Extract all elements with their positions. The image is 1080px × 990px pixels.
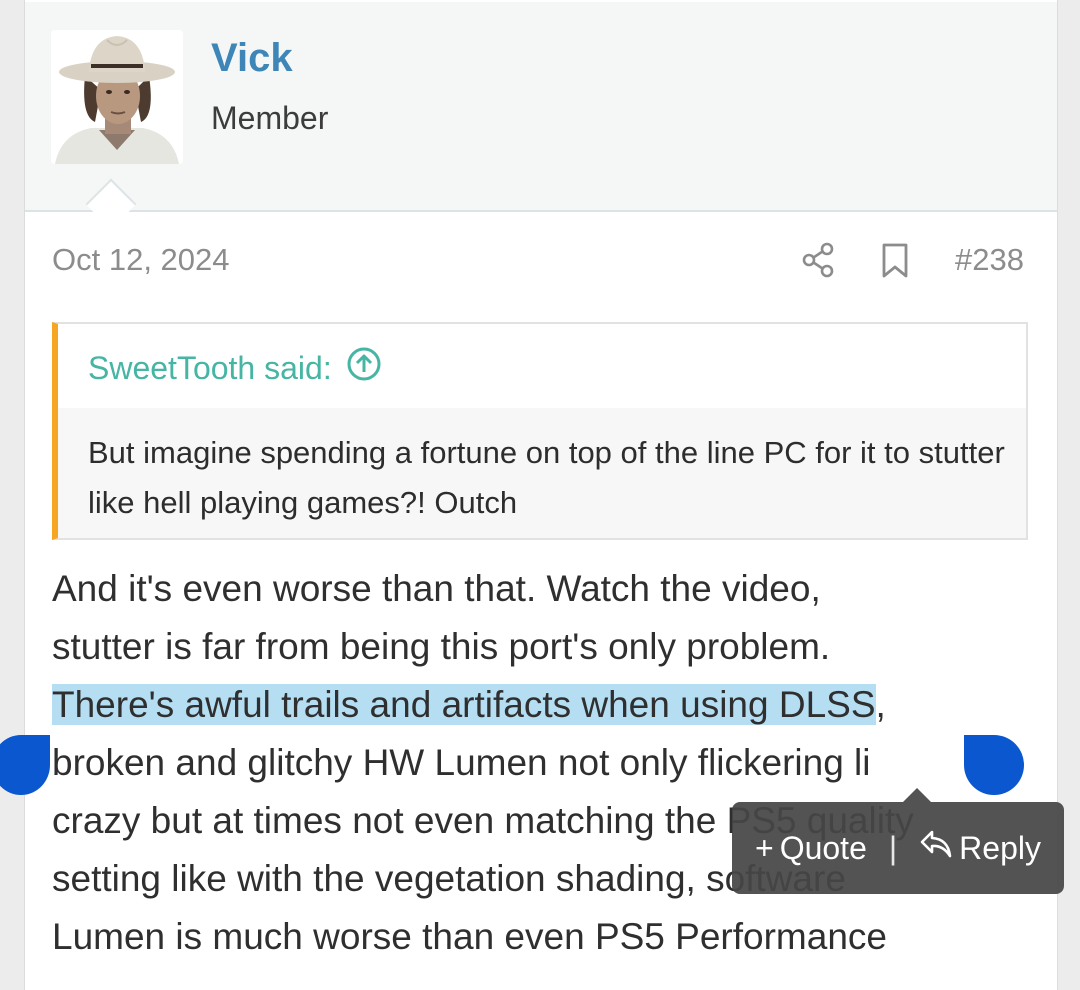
- post-date[interactable]: Oct 12, 2024: [52, 242, 230, 278]
- reply-label: Reply: [959, 829, 1041, 866]
- plus-icon: +: [755, 829, 774, 866]
- message-text: ,: [875, 684, 886, 725]
- message-line: broken and glitchy HW Lumen not only fli…: [52, 742, 871, 783]
- toolbar-separator: |: [888, 829, 898, 866]
- selection-toolbar: + Quote | Reply: [732, 802, 1064, 894]
- avatar-image: [51, 30, 183, 164]
- user-title: Member: [211, 100, 329, 136]
- quote-attribution[interactable]: SweetTooth said:: [88, 346, 382, 390]
- quote-text: But imagine spending a fortune on top of…: [88, 435, 1005, 520]
- quote-selection-button[interactable]: + Quote: [755, 830, 867, 867]
- bookmark-icon[interactable]: [879, 243, 911, 279]
- user-info-block: Vick Member: [25, 2, 1057, 212]
- selected-text: There's awful trails and artifacts when …: [52, 684, 876, 725]
- message-line: And it's even worse than that. Watch the…: [52, 568, 821, 609]
- quote-body: But imagine spending a fortune on top of…: [58, 408, 1026, 538]
- message-line: stutter is far from being this port's on…: [52, 626, 831, 667]
- quote-author[interactable]: SweetTooth said:: [88, 350, 332, 387]
- reply-selection-button[interactable]: Reply: [919, 829, 1041, 867]
- selection-handle-end[interactable]: [964, 735, 1024, 795]
- avatar[interactable]: [51, 30, 183, 164]
- quote-block: SweetTooth said: But imagine spending a …: [52, 322, 1028, 540]
- share-icon[interactable]: [801, 242, 837, 278]
- message-line: Lumen is much worse than even PS5 Perfor…: [52, 916, 887, 957]
- quote-label: Quote: [779, 829, 867, 866]
- username[interactable]: Vick: [211, 36, 293, 81]
- toolbar-caret: [903, 788, 931, 802]
- message-body: And it's even worse than that. Watch the…: [52, 560, 1052, 966]
- message-line: There's awful trails and artifacts when …: [52, 676, 1052, 734]
- post-number-link[interactable]: #238: [955, 242, 1024, 278]
- reply-icon: [919, 829, 953, 867]
- arrow-up-circle-icon[interactable]: [346, 346, 382, 390]
